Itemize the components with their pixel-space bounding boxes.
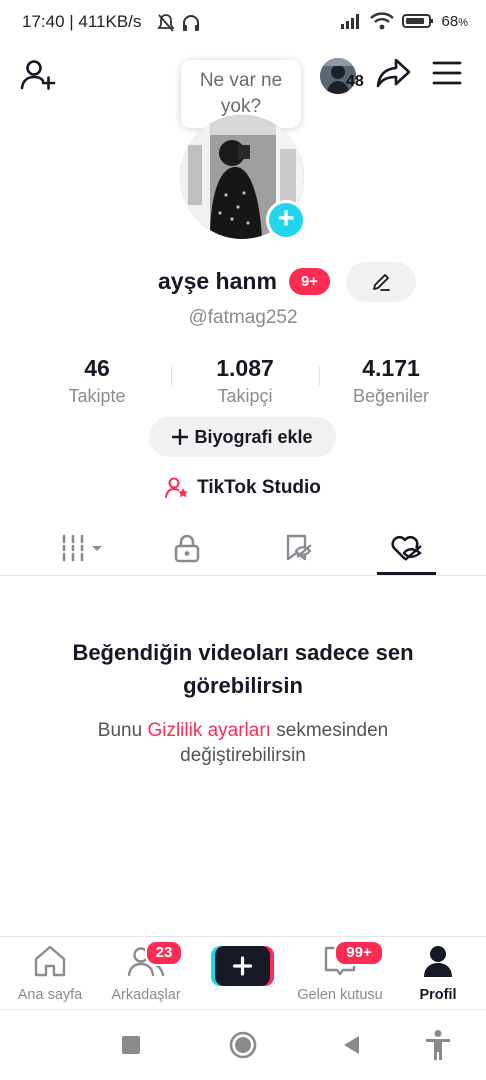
lock-icon	[174, 534, 200, 563]
stat-followers-value: 1.087	[216, 355, 274, 381]
grid-icon	[62, 534, 102, 562]
stat-followers-label: Takipçi	[217, 386, 273, 406]
nav-profile[interactable]: Profil	[388, 944, 486, 1003]
back-triangle-icon[interactable]	[342, 1035, 362, 1055]
nav-inbox-label: Gelen kutusu	[297, 987, 383, 1003]
display-name: ayşe hanm	[158, 268, 277, 294]
tab-private[interactable]	[157, 528, 217, 568]
empty-state-subtitle: Bunu Gizlilik ayarları sekmesinden değiş…	[40, 718, 446, 768]
tiktok-studio-link[interactable]: TikTok Studio	[0, 477, 486, 499]
story-count: 48	[346, 73, 364, 90]
add-bio-label: Biyografi ekle	[194, 426, 313, 447]
privacy-settings-link[interactable]: Gizlilik ayarları	[147, 720, 271, 741]
home-circle-icon[interactable]	[229, 1031, 257, 1059]
create-button[interactable]	[211, 946, 274, 986]
system-nav-divider	[0, 1009, 486, 1010]
pencil-icon	[373, 274, 390, 291]
tab-saved[interactable]	[269, 528, 329, 568]
menu-icon[interactable]	[432, 60, 462, 86]
friends-count-badge: 23	[145, 940, 183, 966]
accessibility-icon[interactable]	[424, 1029, 452, 1061]
bookmark-icon	[286, 534, 312, 561]
empty-state-text-before: Bunu	[97, 720, 148, 741]
tiktok-studio-label: TikTok Studio	[197, 477, 321, 498]
edit-profile-button[interactable]	[346, 262, 416, 302]
stat-following-value: 46	[84, 355, 110, 381]
add-bio-button[interactable]: Biyografi ekle	[149, 417, 336, 457]
add-friend-icon[interactable]	[20, 58, 56, 92]
studio-user-star-icon	[165, 477, 189, 498]
stat-likes-value: 4.171	[362, 355, 420, 381]
battery-value: 68	[441, 12, 459, 30]
name-notification-badge[interactable]: 9+	[289, 268, 330, 295]
home-icon	[34, 945, 66, 977]
status-bar: 17:40 | 411KB/s 68%	[0, 0, 486, 48]
profile-icon	[424, 946, 452, 977]
create-icon	[211, 946, 274, 986]
recents-square-icon[interactable]	[121, 1035, 141, 1055]
empty-state-title: Beğendiğin videoları sadece sen görebili…	[72, 640, 414, 698]
stat-followers[interactable]: 1.087 Takipçi	[175, 355, 315, 407]
headphones-icon	[183, 15, 199, 31]
username: @fatmag252	[188, 307, 298, 328]
nav-home-label: Ana sayfa	[17, 987, 83, 1003]
inbox-count-badge: 99+	[334, 940, 384, 966]
status-right: 68%	[340, 12, 468, 30]
nav-friends-label: Arkadaşlar	[111, 987, 181, 1003]
battery-unit: %	[458, 16, 468, 29]
signal-icon	[340, 14, 359, 29]
stat-divider	[319, 366, 320, 386]
plus-icon	[172, 429, 189, 445]
stat-likes-label: Beğeniler	[352, 386, 430, 406]
battery-level: 68%	[442, 13, 468, 30]
bottom-nav-divider	[0, 936, 486, 937]
tab-videos[interactable]	[54, 528, 114, 568]
status-time: 17:40 | 411KB/s	[22, 12, 142, 31]
share-icon[interactable]	[376, 56, 412, 90]
tab-liked[interactable]	[377, 528, 437, 568]
bell-off-icon	[157, 14, 175, 32]
tabs-divider	[0, 575, 486, 576]
stat-divider	[171, 366, 172, 386]
wifi-icon	[369, 12, 394, 30]
nav-home[interactable]: Ana sayfa	[0, 944, 100, 1003]
liked-hidden-icon	[391, 535, 422, 561]
battery-icon	[401, 14, 433, 28]
nav-profile-label: Profil	[419, 987, 457, 1003]
add-photo-button[interactable]: +	[266, 200, 306, 240]
stat-likes[interactable]: 4.171 Beğeniler	[321, 355, 461, 407]
stat-following[interactable]: 46 Takipte	[27, 355, 167, 407]
stat-following-label: Takipte	[68, 386, 126, 406]
